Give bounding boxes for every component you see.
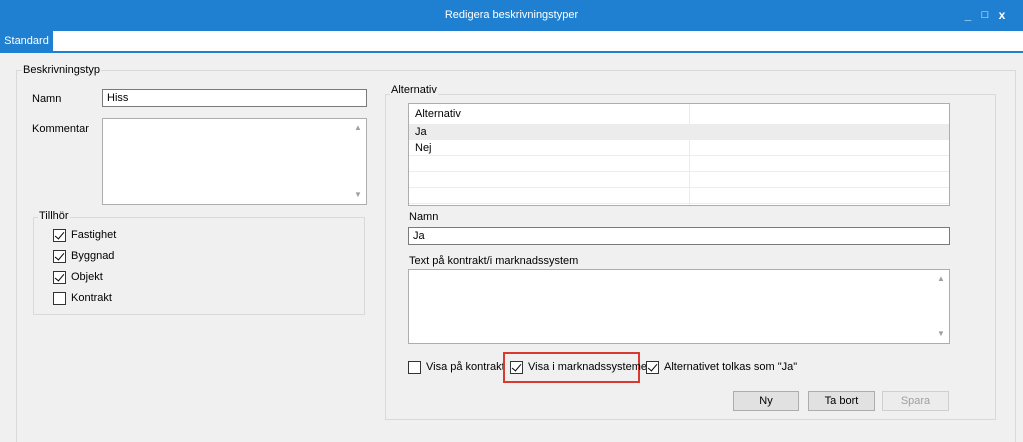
tab-strip: Standard <box>0 31 1023 53</box>
list-empty-row <box>409 172 949 188</box>
tab-standard[interactable]: Standard <box>0 31 53 53</box>
checkbox-visa-pa-kontrakt-box[interactable] <box>408 361 421 374</box>
checkbox-tolkas-som-ja-label: Alternativet tolkas som "Ja" <box>664 361 798 373</box>
contract-text-label: Text på kontrakt/i marknadssystem <box>409 255 579 267</box>
maximize-button[interactable]: □ <box>978 7 992 23</box>
list-item-label: Nej <box>415 142 432 154</box>
checkbox-kontrakt-box[interactable] <box>53 292 66 305</box>
contract-text-textarea[interactable]: ▲ ▼ <box>408 269 950 344</box>
checkbox-objekt-label: Objekt <box>71 271 103 283</box>
check-icon <box>54 271 65 282</box>
checkbox-visa-i-marknadssystemet-label: Visa i marknadssystemet <box>528 361 651 373</box>
checkbox-objekt-box[interactable] <box>53 271 66 284</box>
name-label: Namn <box>32 93 62 105</box>
list-item[interactable]: Ja <box>409 124 949 140</box>
save-button[interactable]: Spara <box>882 391 949 411</box>
alt-name-input[interactable] <box>408 227 950 245</box>
window-title: Redigera beskrivningstyper <box>444 9 579 21</box>
list-item-label: Ja <box>415 126 427 138</box>
title-bar: Redigera beskrivningstyper _ □ x <box>0 0 1023 31</box>
alternatives-list[interactable]: Alternativ Ja Nej <box>408 103 950 206</box>
scroll-up-icon[interactable]: ▲ <box>350 121 366 135</box>
checkbox-visa-pa-kontrakt-label: Visa på kontrakt <box>426 361 505 373</box>
checkbox-kontrakt-label: Kontrakt <box>71 292 112 304</box>
name-input[interactable] <box>102 89 367 107</box>
close-button[interactable]: x <box>995 7 1009 23</box>
scroll-up-icon[interactable]: ▲ <box>933 272 949 286</box>
scroll-down-icon[interactable]: ▼ <box>933 327 949 341</box>
check-icon <box>54 250 65 261</box>
check-icon <box>647 361 658 372</box>
delete-button[interactable]: Ta bort <box>808 391 875 411</box>
list-empty-row <box>409 156 949 172</box>
check-icon <box>54 229 65 240</box>
checkbox-visa-i-marknadssystemet-box[interactable] <box>510 361 523 374</box>
checkbox-fastighet-box[interactable] <box>53 229 66 242</box>
checkbox-byggnad-label: Byggnad <box>71 250 115 262</box>
check-icon <box>511 361 522 372</box>
alternativ-group-title: Alternativ <box>390 84 438 96</box>
checkbox-byggnad-box[interactable] <box>53 250 66 263</box>
belongs-group-title: Tillhör <box>38 210 70 222</box>
comment-scrollbar[interactable]: ▲ ▼ <box>350 119 366 204</box>
scroll-down-icon[interactable]: ▼ <box>350 188 366 202</box>
tab-content: Beskrivningstyp Namn Kommentar ▲ ▼ Tillh… <box>0 53 1023 442</box>
contract-text-scrollbar[interactable]: ▲ ▼ <box>933 270 949 343</box>
new-button[interactable]: Ny <box>733 391 799 411</box>
alt-name-label: Namn <box>409 211 439 223</box>
list-item[interactable]: Nej <box>409 140 949 156</box>
list-empty-row <box>409 188 949 204</box>
minimize-button[interactable]: _ <box>961 7 975 23</box>
comment-textarea[interactable]: ▲ ▼ <box>102 118 367 205</box>
checkbox-tolkas-som-ja-box[interactable] <box>646 361 659 374</box>
list-header-alternativ: Alternativ <box>415 108 461 120</box>
beskrivningstyp-group-title: Beskrivningstyp <box>22 64 102 76</box>
checkbox-fastighet-label: Fastighet <box>71 229 117 241</box>
list-header[interactable]: Alternativ <box>409 104 949 125</box>
comment-label: Kommentar <box>32 123 89 135</box>
